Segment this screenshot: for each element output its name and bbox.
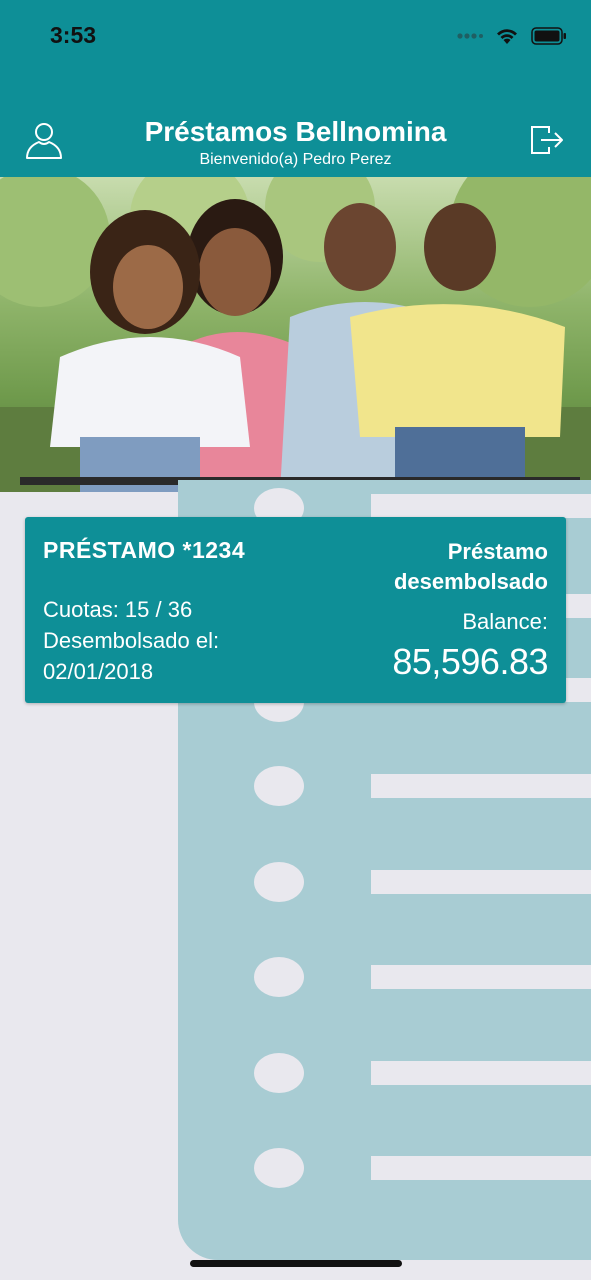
status-time: 3:53 <box>50 22 97 48</box>
battery-icon <box>531 27 566 45</box>
balance-label: Balance: <box>462 609 548 634</box>
welcome-subtitle: Bienvenido(a) Pedro Perez <box>199 151 392 168</box>
home-indicator[interactable] <box>190 1260 402 1267</box>
page-title: Préstamos Bellnomina <box>144 116 447 147</box>
wifi-icon <box>497 29 517 44</box>
loan-installments: Cuotas: 15 / 36 <box>43 597 193 622</box>
balance-value: 85,596.83 <box>392 641 548 682</box>
logout-icon <box>531 126 563 154</box>
signal-dots-icon <box>457 33 483 39</box>
disbursed-label: Desembolsado el: <box>43 628 220 653</box>
loan-status: Préstamo desembolsado <box>393 539 548 594</box>
family-photo <box>0 177 591 492</box>
loan-id: PRÉSTAMO *1234 <box>43 537 246 563</box>
status-icons <box>457 24 567 48</box>
logout-button[interactable] <box>529 124 565 156</box>
status-bar: 3:53 <box>0 0 591 76</box>
family-illustration <box>0 177 591 492</box>
app-header: Préstamos Bellnomina Bienvenido(a) Pedro… <box>0 76 591 177</box>
loan-card[interactable]: PRÉSTAMO *1234 Préstamo desembolsado Cuo… <box>25 517 566 703</box>
disbursed-date: 02/01/2018 <box>43 659 154 684</box>
